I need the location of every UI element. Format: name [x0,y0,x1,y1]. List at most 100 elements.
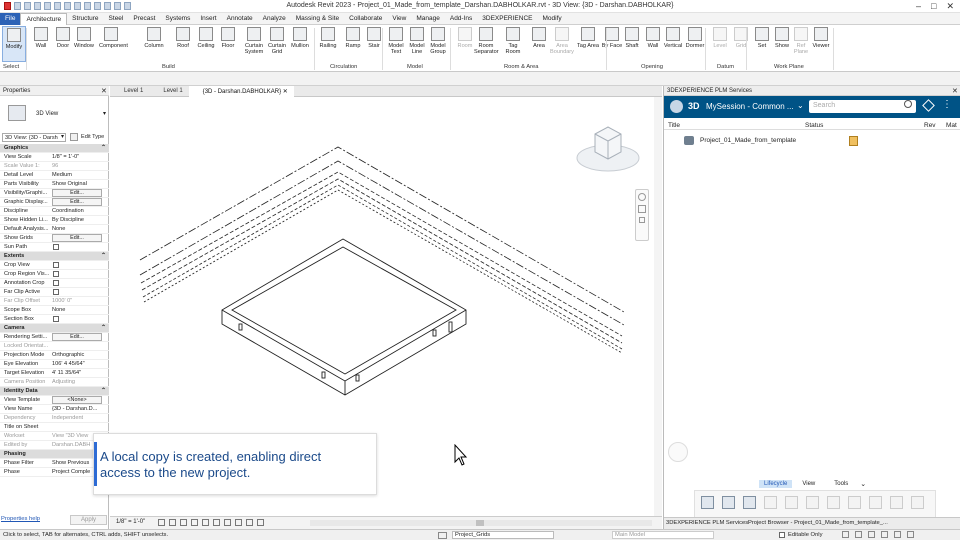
ribbon-button-area[interactable]: Area [527,26,551,49]
property-value[interactable]: Medium [52,172,106,178]
save-options-icon[interactable] [743,496,756,509]
property-edit-button[interactable]: Edit... [52,234,102,242]
ribbon-button-railing[interactable]: Railing [316,26,340,49]
column-mat[interactable]: Mat [946,122,960,129]
shadows-icon[interactable] [191,519,198,526]
ribbon-button-curtain-grid[interactable]: Curtain Grid [265,26,289,55]
replace-icon[interactable] [890,496,903,509]
search-icon[interactable] [904,100,912,108]
ribbon-panel-opening[interactable]: Opening [641,64,663,70]
sun-path-icon[interactable] [180,519,187,526]
property-value[interactable]: 106' 4 45/64" [52,361,106,367]
tab-view[interactable]: View [387,13,411,25]
property-value[interactable]: Coordination [52,208,106,214]
tab-plm-services[interactable]: 3DEXPERIENCE PLM Services [666,520,748,526]
zoom-icon[interactable] [638,205,646,213]
ribbon-panel-circulation[interactable]: Circulation [330,64,357,70]
tab-structure[interactable]: Structure [67,13,103,25]
detail-level-icon[interactable] [158,519,165,526]
ribbon-button-ceiling[interactable]: Ceiling [194,26,218,49]
view-tab[interactable]: Level 1 [149,86,188,97]
session-selector[interactable]: MySession - Common ... [706,102,794,111]
edit-type-button[interactable]: Edit Type [70,133,106,142]
ribbon-button-mullion[interactable]: Mullion [288,26,312,49]
zoom-region-icon[interactable] [639,217,645,223]
export-icon[interactable] [911,496,924,509]
temporary-hide-icon[interactable] [246,519,253,526]
worksets-icon[interactable] [438,532,447,539]
ribbon-button-viewer[interactable]: Viewer [809,26,833,49]
link-icon[interactable] [842,531,849,538]
tab-massing-site[interactable]: Massing & Site [291,13,344,25]
drag-icon[interactable] [894,531,901,538]
ribbon-button-tag-area[interactable]: Tag Area [576,26,600,49]
chevron-down-icon[interactable]: ⌄ [858,480,868,488]
tab-file[interactable]: File [0,13,21,25]
close-icon[interactable]: ✕ [946,1,954,12]
more-icon[interactable]: ⋮ [942,99,952,110]
column-title[interactable]: Title [668,122,680,129]
tab-manage[interactable]: Manage [411,13,445,25]
property-value[interactable]: {3D - Darshan.D... [52,406,106,412]
active-workset[interactable]: Project_Grids [452,531,554,539]
property-section[interactable]: Extents ⌃ [0,252,109,261]
ribbon-panel-build[interactable]: Build [162,64,175,70]
view-tab[interactable]: Level 1 [110,86,149,97]
collapse-icon[interactable]: ⌃ [101,252,106,259]
pinned-icon[interactable] [868,531,875,538]
property-checkbox[interactable] [53,280,59,286]
ribbon-button-vertical[interactable]: Vertical [661,26,685,49]
minimize-icon[interactable]: – [916,1,921,12]
ribbon-button-roof[interactable]: Roof [171,26,195,49]
viewport-scrollbar[interactable] [654,97,662,516]
view-tab[interactable]: {3D - Darshan.DABHOLKAR} ✕ [188,86,294,97]
lock-view-icon[interactable] [235,519,242,526]
horizontal-scrollbar[interactable] [310,520,652,526]
ribbon-button-window[interactable]: Window [72,26,96,49]
revise-icon[interactable] [869,496,882,509]
tab-collaborate[interactable]: Collaborate [344,13,387,25]
lock-icon[interactable] [764,496,777,509]
tab-insert[interactable]: Insert [195,13,221,25]
maximize-icon[interactable]: □ [931,1,936,12]
unlock-icon[interactable] [785,496,798,509]
explore-icon[interactable] [827,496,840,509]
ribbon-button-wall[interactable]: Wall [29,26,53,49]
ribbon-button-tag-room[interactable]: Tag Room [501,26,525,55]
ribbon-button-curtain-system[interactable]: Curtain System [242,26,266,55]
ribbon-panel-datum[interactable]: Datum [717,64,734,70]
cloud-icon[interactable] [668,442,688,462]
list-item[interactable]: Project_01_Made_from_template [664,134,960,148]
synchronize-icon[interactable] [848,496,861,509]
property-value[interactable]: By Discipline [52,217,106,223]
face-select-icon[interactable] [881,531,888,538]
tab-tools[interactable]: Tools [825,480,857,488]
chevron-down-icon[interactable]: ▾ [61,133,64,140]
close-icon[interactable]: ✕ [101,87,107,95]
property-edit-button[interactable]: Edit... [52,198,102,206]
ribbon-button-room-separator[interactable]: Room Separator [474,26,499,55]
property-value[interactable]: None [52,307,106,313]
ribbon-button-modify[interactable]: Modify [2,26,26,62]
reveal-hidden-icon[interactable] [257,519,264,526]
crop-icon[interactable] [213,519,220,526]
collapse-icon[interactable]: ⌃ [101,144,106,151]
property-section[interactable]: Camera ⌃ [0,324,109,333]
tab-architecture[interactable]: Architecture [20,13,68,25]
ribbon-panel-select[interactable]: Select [3,64,19,70]
property-checkbox[interactable] [53,271,59,277]
close-icon[interactable]: ✕ [281,89,288,95]
apply-button[interactable]: Apply [70,515,107,525]
property-section[interactable]: Identity Data ⌃ [0,387,109,396]
property-value[interactable]: None [52,226,106,232]
property-edit-button[interactable]: Edit... [52,333,102,341]
tab-3dexperience[interactable]: 3DEXPERIENCE [477,13,537,25]
tab-precast[interactable]: Precast [128,13,160,25]
column-status[interactable]: Status [805,122,823,129]
save-to-plm-icon[interactable] [722,496,735,509]
ribbon-button-dormer[interactable]: Dormer [683,26,707,49]
property-value[interactable]: Show Original [52,181,106,187]
tab-modify[interactable]: Modify [537,13,566,25]
property-value[interactable]: Orthographic [52,352,106,358]
editable-only-checkbox[interactable] [779,532,785,538]
